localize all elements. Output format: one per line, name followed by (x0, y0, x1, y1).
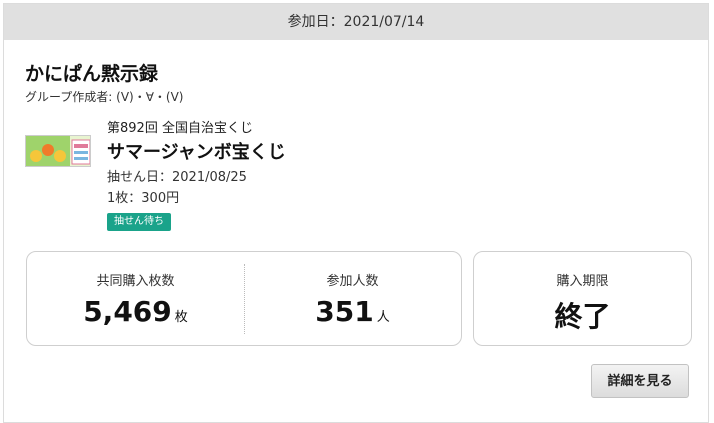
view-details-button[interactable]: 詳細を見る (591, 364, 689, 398)
purchased-count-value: 5,469 (83, 295, 172, 328)
group-title[interactable]: かにぱん黙示録 (25, 59, 158, 86)
lottery-round: 第892回 全国自治宝くじ (107, 121, 253, 136)
participants-value: 351 (315, 295, 374, 328)
lottery-ticket-image (25, 135, 91, 167)
ticket-price: 1枚：300円 (107, 191, 180, 206)
purchase-period-stat: 購入期限 終了 (474, 252, 691, 345)
participants-label: 参加人数 (326, 274, 379, 289)
purchase-period-value: 終了 (554, 300, 611, 333)
purchased-count-value-row: 5,469 枚 (27, 295, 244, 328)
purchase-period-box: 購入期限 終了 (473, 251, 692, 346)
lottery-name[interactable]: サマージャンボ宝くじ (107, 141, 286, 165)
group-card: 参加日：2021/07/14 かにぱん黙示録 グループ作成者: (V)・∀・(V… (3, 3, 709, 423)
purchase-stats-box: 共同購入枚数 5,469 枚 参加人数 351 人 (26, 251, 462, 346)
purchased-count-unit: 枚 (174, 310, 188, 325)
participants-stat: 参加人数 351 人 (244, 252, 461, 345)
purchased-count-label: 共同購入枚数 (96, 274, 175, 289)
participants-value-row: 351 人 (244, 295, 461, 328)
participants-unit: 人 (376, 310, 390, 325)
draw-date: 抽せん日：2021/08/25 (107, 170, 247, 185)
join-date-header: 参加日：2021/07/14 (4, 4, 708, 40)
purchased-count-stat: 共同購入枚数 5,469 枚 (27, 252, 244, 345)
group-creator: グループ作成者: (V)・∀・(V) (25, 90, 184, 104)
lottery-info: 第892回 全国自治宝くじ サマージャンボ宝くじ 抽せん日：2021/08/25… (107, 120, 286, 231)
status-badge: 抽せん待ち (107, 213, 171, 231)
purchase-period-label: 購入期限 (556, 274, 609, 289)
